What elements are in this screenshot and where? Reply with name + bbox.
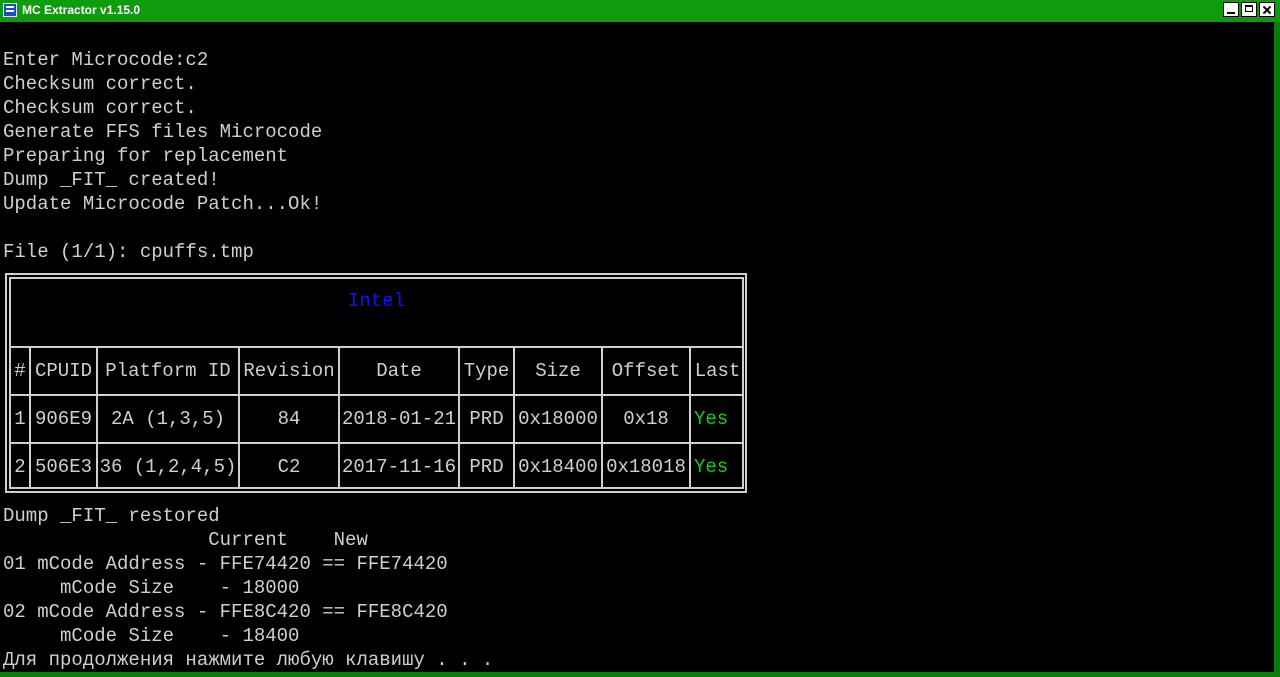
table-cell: 2A (1,3,5) xyxy=(110,408,226,430)
console-line: Preparing for replacement xyxy=(3,145,289,167)
console-line: Current New xyxy=(3,529,368,551)
console-line: Enter Microcode:c2 xyxy=(3,49,209,71)
table-cell: 2017-11-16 xyxy=(341,456,457,478)
console-line: Dump _FIT_ created! xyxy=(3,169,220,191)
console-line: 02 mCode Address - FFE8C420 == FFE8C420 xyxy=(3,601,448,623)
table-header-cell: Offset xyxy=(611,360,681,382)
console-line: Checksum correct. xyxy=(3,97,197,119)
right-frame-border xyxy=(1274,22,1280,672)
table-cell: 2 xyxy=(14,456,26,478)
table-cell-last-yes: Yes xyxy=(694,408,729,430)
table-cell: 0x18000 xyxy=(518,408,598,430)
console-prompt-line: Для продолжения нажмите любую клавишу . … xyxy=(3,649,494,671)
console-line: File (1/1): cpuffs.tmp xyxy=(3,241,254,263)
table-cell: 2018-01-21 xyxy=(341,408,457,430)
table-header-cell: Revision xyxy=(243,360,335,382)
table-cell: 906E9 xyxy=(34,408,92,430)
window-title: MC Extractor v1.15.0 xyxy=(22,3,141,17)
console-window: MC Extractor v1.15.0 Enter Microcode:c2 … xyxy=(0,0,1280,677)
table-cell: 506E3 xyxy=(34,456,92,478)
close-button[interactable] xyxy=(1259,2,1275,17)
minimize-button[interactable] xyxy=(1223,2,1239,17)
console-line: Generate FFS files Microcode xyxy=(3,121,323,143)
table-cell: 1 xyxy=(14,408,26,430)
console-line: Update Microcode Patch...Ok! xyxy=(3,193,323,215)
table-cell: 0x18018 xyxy=(606,456,686,478)
table-cell: 0x18 xyxy=(623,408,669,430)
table-header-cell: Size xyxy=(535,360,581,382)
table-cell: PRD xyxy=(469,456,504,478)
table-cell: 36 (1,2,4,5) xyxy=(99,456,237,478)
console-line: Dump _FIT_ restored xyxy=(3,505,220,527)
table-header-cell: Last xyxy=(694,360,741,382)
table-cell-last-yes: Yes xyxy=(694,456,729,478)
table-header-cell: # xyxy=(14,360,26,382)
console-app-icon xyxy=(3,3,17,17)
table-cell: C2 xyxy=(277,456,301,478)
table-cell: 84 xyxy=(277,408,301,430)
table-vendor-title: Intel xyxy=(347,290,405,312)
table-header-cell: Type xyxy=(463,360,510,382)
title-bar[interactable]: MC Extractor v1.15.0 xyxy=(0,0,1280,22)
console-line: mCode Size - 18400 xyxy=(3,625,300,647)
table-cell: PRD xyxy=(469,408,504,430)
table-cell: 0x18400 xyxy=(518,456,598,478)
table-header-cell: Date xyxy=(376,360,422,382)
console-line: 01 mCode Address - FFE74420 == FFE74420 xyxy=(3,553,448,575)
table-header-cell: CPUID xyxy=(34,360,92,382)
console-line: mCode Size - 18000 xyxy=(3,577,300,599)
maximize-button[interactable] xyxy=(1241,2,1257,17)
table-header-cell: Platform ID xyxy=(105,360,231,382)
console-line: Checksum correct. xyxy=(3,73,197,95)
